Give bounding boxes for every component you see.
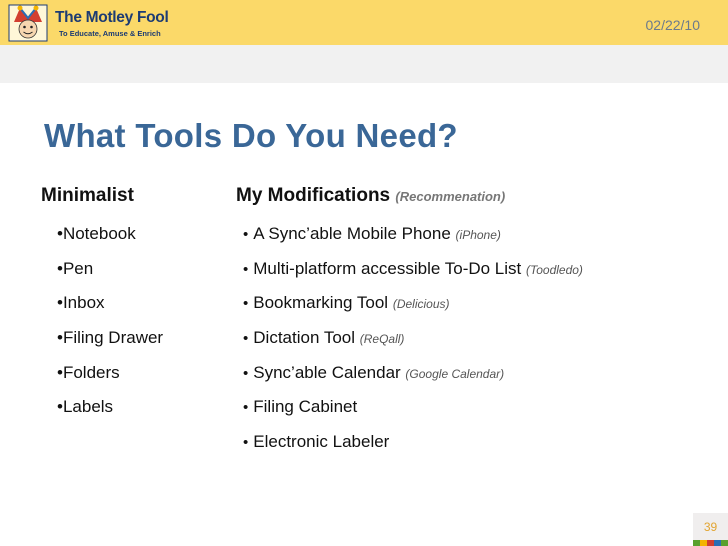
list-item: • Dictation Tool (ReQall) bbox=[243, 327, 583, 362]
modifications-heading: My Modifications (Recommenation) bbox=[236, 185, 505, 207]
stripe-green-2 bbox=[721, 540, 728, 546]
list-item-text: Electronic Labeler bbox=[253, 432, 390, 452]
list-item-text: Filing Cabinet bbox=[253, 397, 358, 417]
list-item-text: Multi-platform accessible To-Do List bbox=[253, 258, 522, 278]
modifications-heading-label: My Modifications bbox=[236, 185, 391, 206]
bullet-icon: • bbox=[243, 434, 249, 452]
bullet-icon: • bbox=[243, 330, 249, 348]
list-item-note: (Toodledo) bbox=[526, 262, 583, 277]
list-item: • Multi-platform accessible To-Do List (T… bbox=[243, 258, 583, 293]
stripe-yellow bbox=[700, 540, 707, 546]
modifications-heading-note: (Recommenation) bbox=[395, 189, 506, 204]
modifications-list: • A Sync’able Mobile Phone (iPhone) • Mult… bbox=[243, 223, 583, 466]
list-item: • Filing Cabinet bbox=[243, 396, 583, 431]
slide-date: 02/22/10 bbox=[645, 17, 701, 33]
minimalist-heading: Minimalist bbox=[41, 185, 134, 206]
bullet-icon: • bbox=[243, 364, 249, 382]
jester-icon bbox=[8, 4, 48, 42]
list-item-note: (ReQall) bbox=[359, 332, 405, 347]
minimalist-list: •Notebook •Pen •Inbox •Filing Drawer •Fo… bbox=[57, 223, 163, 431]
list-item-text: Dictation Tool bbox=[253, 328, 356, 348]
list-item-text: A Sync’able Mobile Phone bbox=[253, 224, 451, 243]
list-item-note: (Google Calendar) bbox=[405, 366, 505, 381]
list-item: • A Sync’able Mobile Phone (iPhone) bbox=[243, 223, 583, 258]
list-item: •Pen bbox=[57, 258, 94, 278]
list-item: • Electronic Labeler bbox=[243, 431, 583, 466]
bullet-icon: • bbox=[243, 226, 249, 243]
slide-title: What Tools Do You Need? bbox=[44, 117, 458, 154]
list-item-text: Bookmarking Tool bbox=[253, 293, 389, 313]
stripe-red bbox=[707, 540, 714, 546]
list-item: •Labels bbox=[57, 397, 114, 417]
brand-tagline: To Educate, Amuse & Enrich bbox=[59, 29, 161, 38]
header-subband bbox=[0, 45, 728, 83]
list-item-note: (iPhone) bbox=[455, 228, 501, 242]
bullet-icon: • bbox=[243, 295, 249, 313]
footer-color-stripes bbox=[693, 540, 728, 546]
list-item: •Folders bbox=[57, 362, 120, 382]
stripe-blue bbox=[714, 540, 721, 546]
bullet-icon: • bbox=[243, 260, 249, 278]
list-item: • Bookmarking Tool (Delicious) bbox=[243, 292, 583, 327]
list-item: • Sync’able Calendar (Google Calendar) bbox=[243, 362, 583, 397]
list-item: •Notebook bbox=[57, 224, 136, 243]
list-item-text: Sync’able Calendar bbox=[253, 362, 401, 382]
list-item: •Filing Drawer bbox=[57, 328, 164, 348]
page-number: 39 bbox=[693, 513, 728, 540]
list-item: •Inbox bbox=[57, 293, 105, 313]
bullet-icon: • bbox=[243, 399, 249, 417]
brand-name: The Motley Fool bbox=[55, 9, 169, 26]
stripe-green bbox=[693, 540, 700, 546]
list-item-note: (Delicious) bbox=[392, 297, 450, 312]
motley-fool-logo[interactable]: The Motley Fool To Educate, Amuse & Enri… bbox=[8, 4, 178, 42]
